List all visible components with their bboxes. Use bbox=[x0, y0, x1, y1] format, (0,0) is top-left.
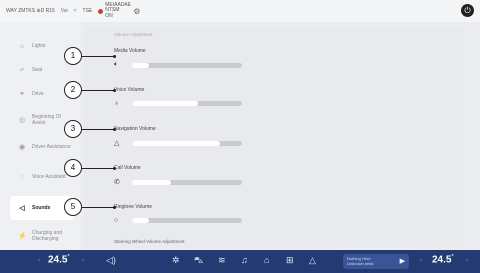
alert-icon bbox=[98, 8, 104, 14]
chevron-right-icon[interactable]: › bbox=[82, 258, 84, 264]
volume-ringtone: Ringtone Volume ○ bbox=[114, 204, 242, 224]
callout-3: 3 bbox=[64, 120, 82, 138]
callout-4: 4 bbox=[64, 159, 82, 177]
callout-1: 1 bbox=[64, 47, 82, 65]
volume-voice: Voice Volume ♁ bbox=[114, 87, 242, 107]
sidebar-item-label: Voice Assistant bbox=[32, 174, 66, 180]
callout-leader-dot bbox=[113, 167, 116, 170]
voice-icon: ◌ bbox=[19, 173, 25, 181]
seat-heat-icon[interactable]: ≋ bbox=[218, 255, 226, 266]
volume-label: Navigation Volume bbox=[114, 126, 156, 132]
car-icon[interactable]: ⛍ bbox=[194, 255, 203, 267]
callout-leader bbox=[82, 207, 115, 208]
temperature-unit: ° bbox=[67, 254, 70, 260]
home-icon[interactable]: ⌂ bbox=[264, 255, 269, 265]
volume-media: Media Volume 🔈︎ bbox=[114, 48, 242, 69]
status-alert[interactable]: MEIAADAE NTSM ON bbox=[98, 1, 132, 20]
callout-5: 5 bbox=[64, 198, 82, 216]
panel-title: Volume Adjustment bbox=[114, 32, 153, 37]
sidebar-item-label: Sounds bbox=[32, 205, 51, 211]
callout-leader bbox=[82, 168, 115, 169]
status-item: TSE bbox=[82, 8, 93, 14]
drive-icon: ⚭ bbox=[19, 91, 25, 98]
fan-icon[interactable]: ✲ bbox=[172, 255, 180, 266]
bell-icon: ○ bbox=[114, 217, 119, 224]
volume-label: Ringtone Volume bbox=[114, 204, 153, 210]
assist-icon: ◎ bbox=[18, 117, 26, 124]
status-item: ≈ bbox=[73, 8, 77, 14]
media-subtitle: Unknown artist bbox=[347, 261, 374, 266]
driver-temperature-value: 24.5 bbox=[48, 254, 68, 266]
play-icon[interactable]: ▶ bbox=[400, 257, 405, 265]
volume-label: Voice Volume bbox=[114, 87, 145, 93]
speaker-icon: 🔈︎ bbox=[114, 61, 119, 68]
call-volume-slider[interactable] bbox=[132, 179, 242, 185]
passenger-temperature-value: 24.5 bbox=[432, 254, 452, 266]
navigation-icon[interactable]: △ bbox=[309, 255, 316, 266]
status-bar: WAY ZMTKS ⊕D R15 ⅓o ≈ TSE MEIAADAE NTSM … bbox=[0, 0, 480, 22]
driver-temperature[interactable]: 24.5° bbox=[48, 254, 69, 265]
media-volume-slider[interactable] bbox=[132, 62, 242, 68]
phone-icon: ✆ bbox=[114, 179, 120, 186]
chevron-right-icon[interactable]: › bbox=[466, 258, 468, 264]
sidebar-item-label: Lights bbox=[32, 43, 46, 49]
volume-navigation: Navigation Volume △ bbox=[114, 126, 242, 147]
power-icon[interactable]: ⏻ bbox=[461, 4, 474, 17]
callout-leader bbox=[82, 90, 115, 91]
callout-leader bbox=[82, 56, 115, 57]
callout-2: 2 bbox=[64, 81, 82, 99]
voice-volume-slider[interactable] bbox=[132, 101, 242, 106]
callout-leader-dot bbox=[113, 55, 116, 58]
bottom-dock: ‹ 24.5° › ◁) ✲ ⛍ ≋ ♫ ⌂ ⊞ △ Nothing Here … bbox=[0, 250, 480, 273]
steering-wheel-volume-label: Steering Wheel Volume Adjustment bbox=[114, 239, 185, 244]
status-left-text: WAY ZMTKS ⊕D R15 bbox=[6, 8, 55, 14]
volume-label: Call Volume bbox=[114, 165, 141, 171]
sidebar-item-label: Drive bbox=[32, 91, 44, 97]
driver-assist-icon: ◉ bbox=[18, 144, 26, 151]
microphone-icon: ♁ bbox=[114, 100, 120, 107]
grid-icon[interactable]: ⊞ bbox=[286, 255, 294, 266]
callout-leader-dot bbox=[113, 128, 116, 131]
passenger-temperature[interactable]: 24.5° bbox=[432, 254, 453, 265]
volume-call: Call Volume ✆ bbox=[114, 165, 242, 186]
callout-leader-dot bbox=[113, 206, 116, 209]
navigation-icon: △ bbox=[114, 140, 120, 147]
temperature-unit: ° bbox=[451, 254, 454, 260]
chevron-left-icon[interactable]: ‹ bbox=[38, 258, 40, 264]
seat-icon: ⤶ bbox=[20, 66, 24, 73]
sidebar-item-driver-assistance[interactable]: ◉ Driver Assistance bbox=[0, 135, 80, 159]
sidebar-item-label: Driver Assistance bbox=[32, 144, 71, 150]
volume-label: Media Volume bbox=[114, 48, 146, 54]
volume-panel: Volume Adjustment Media Volume 🔈︎ Voice … bbox=[84, 26, 464, 248]
sidebar-item-label: Seat bbox=[32, 67, 43, 73]
charging-icon: ⚡ bbox=[18, 233, 27, 240]
light-icon: ☼ bbox=[18, 42, 26, 50]
gear-icon[interactable]: ⚙ bbox=[133, 7, 140, 16]
speaker-icon[interactable]: ◁) bbox=[106, 255, 116, 266]
sidebar-item-label: Charging and Discharging bbox=[32, 230, 63, 242]
ringtone-volume-slider[interactable] bbox=[132, 218, 242, 223]
chevron-left-icon[interactable]: ‹ bbox=[420, 258, 422, 264]
status-item: ⅓o bbox=[60, 8, 68, 14]
navigation-volume-slider[interactable] bbox=[132, 140, 242, 146]
music-icon[interactable]: ♫ bbox=[241, 255, 248, 265]
sidebar-item-charging[interactable]: ⚡ Charging and Discharging bbox=[0, 224, 80, 248]
alert-text: MEIAADAE NTSM ON bbox=[105, 1, 132, 19]
media-widget[interactable]: Nothing Here Unknown artist ▶ bbox=[343, 254, 409, 269]
callout-leader-dot bbox=[113, 89, 116, 92]
callout-leader bbox=[82, 129, 115, 130]
sound-icon: ◁ bbox=[19, 205, 25, 212]
